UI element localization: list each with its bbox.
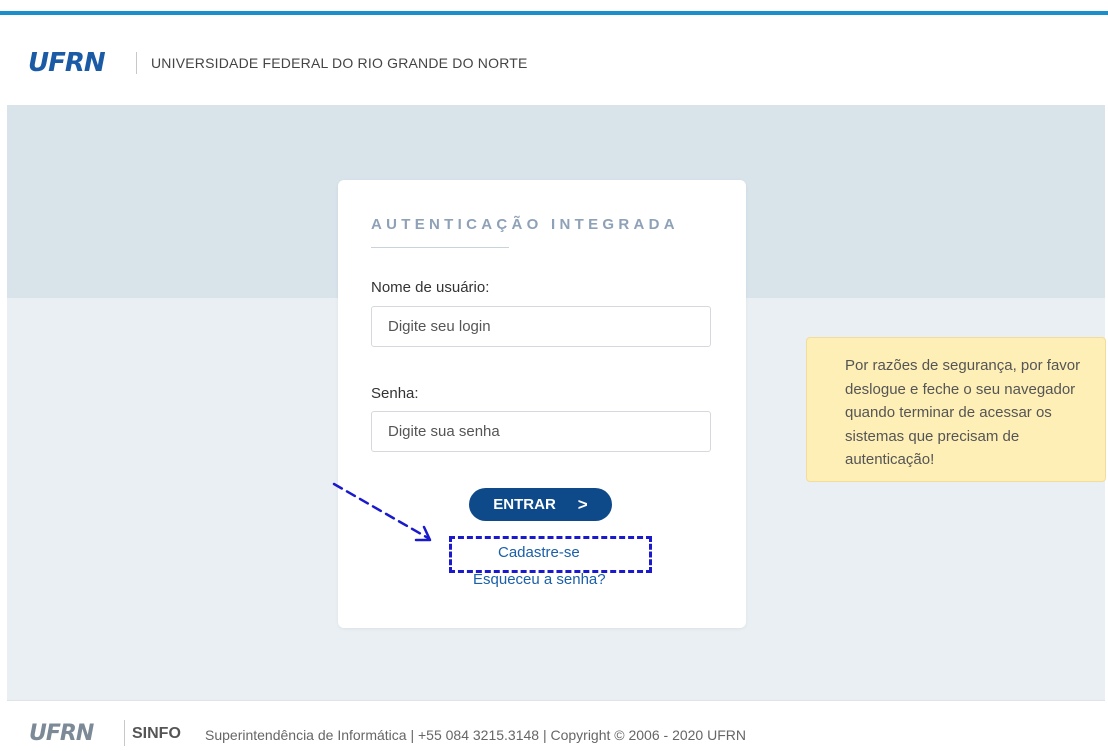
security-notice-text: Por razões de segurança, por favor deslo… xyxy=(845,357,1081,468)
register-link[interactable]: Cadastre-se xyxy=(498,544,580,561)
footer-info: Superintendência de Informática | +55 08… xyxy=(205,727,746,743)
password-label: Senha: xyxy=(371,385,419,402)
username-input[interactable] xyxy=(371,306,711,347)
site-footer: UFRN SINFO Superintendência de Informáti… xyxy=(7,700,1105,751)
login-button-label: ENTRAR xyxy=(493,496,556,513)
site-header: UFRN UNIVERSIDADE FEDERAL DO RIO GRANDE … xyxy=(0,15,1108,105)
footer-ufrn-logo: UFRN xyxy=(29,721,94,746)
footer-divider xyxy=(124,720,125,746)
username-label: Nome de usuário: xyxy=(371,279,490,296)
footer-unit: SINFO xyxy=(132,725,181,742)
ufrn-logo[interactable]: UFRN xyxy=(28,50,106,76)
chevron-right-icon: > xyxy=(577,494,588,514)
university-name: UNIVERSIDADE FEDERAL DO RIO GRANDE DO NO… xyxy=(151,55,528,71)
login-button[interactable]: ENTRAR > xyxy=(469,488,612,521)
login-title: AUTENTICAÇÃO INTEGRADA xyxy=(371,216,679,233)
security-notice: Por razões de segurança, por favor deslo… xyxy=(806,337,1106,482)
annotation-arrow-icon xyxy=(332,482,432,542)
header-divider xyxy=(136,52,137,74)
password-input[interactable] xyxy=(371,411,711,452)
title-underline xyxy=(371,247,509,248)
forgot-password-link[interactable]: Esqueceu a senha? xyxy=(473,571,606,588)
